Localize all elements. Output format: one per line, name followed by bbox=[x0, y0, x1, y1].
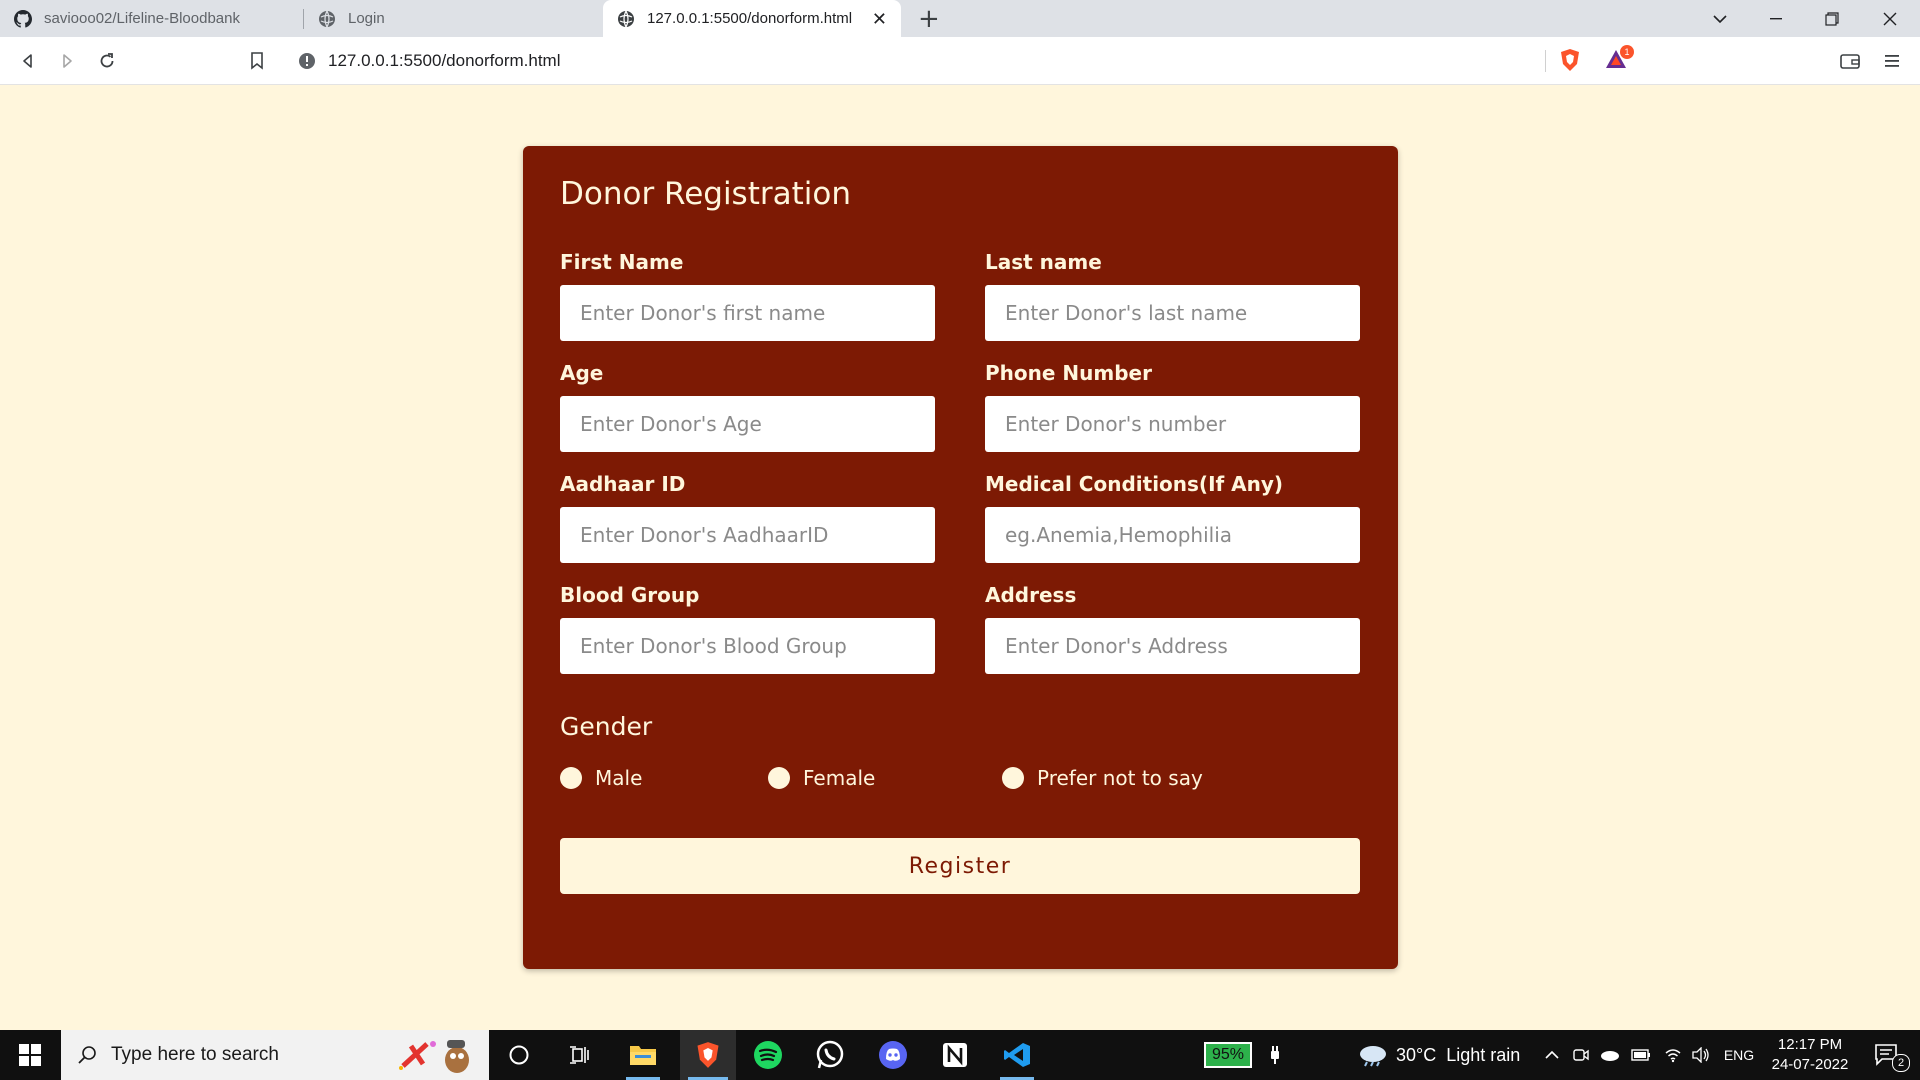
phone-number-input[interactable] bbox=[985, 396, 1360, 452]
blood-group-input[interactable] bbox=[560, 618, 935, 674]
close-window-icon[interactable] bbox=[1862, 0, 1918, 37]
browser-toolbar: 127.0.0.1:5500/donorform.html 1 bbox=[0, 37, 1920, 85]
age-label: Age bbox=[560, 361, 604, 385]
aadhaar-id-input[interactable] bbox=[560, 507, 935, 563]
volume-icon[interactable] bbox=[1688, 1030, 1714, 1080]
female-label: Female bbox=[803, 766, 876, 790]
vscode-icon[interactable] bbox=[992, 1030, 1042, 1080]
forward-icon[interactable] bbox=[55, 49, 79, 73]
gender-option-male[interactable]: Male bbox=[560, 766, 642, 790]
medical-conditions-label: Medical Conditions(If Any) bbox=[985, 472, 1284, 496]
back-icon[interactable] bbox=[16, 49, 40, 73]
browser-tab-bar: saviooo02/Lifeline-Bloodbank Login 127.0… bbox=[0, 0, 1920, 37]
restore-icon[interactable] bbox=[1804, 0, 1860, 37]
age-input[interactable] bbox=[560, 396, 935, 452]
cloud-rain-icon bbox=[1358, 1043, 1388, 1067]
file-explorer-icon[interactable] bbox=[618, 1030, 668, 1080]
cortana-icon[interactable] bbox=[494, 1030, 544, 1080]
form-title: Donor Registration bbox=[560, 176, 851, 212]
search-highlight-icon bbox=[397, 1038, 481, 1078]
clock-date: 24-07-2022 bbox=[1771, 1056, 1849, 1073]
first-name-label: First Name bbox=[560, 250, 684, 274]
address-input[interactable] bbox=[985, 618, 1360, 674]
gender-option-prefer-not[interactable]: Prefer not to say bbox=[1002, 766, 1203, 790]
last-name-input[interactable] bbox=[985, 285, 1360, 341]
gender-option-female[interactable]: Female bbox=[768, 766, 875, 790]
tab-title: Login bbox=[348, 10, 385, 27]
last-name-label: Last name bbox=[985, 250, 1102, 274]
whatsapp-icon[interactable] bbox=[805, 1030, 855, 1080]
tab-search-chevron-icon[interactable] bbox=[1692, 0, 1748, 37]
plug-icon bbox=[1262, 1030, 1288, 1080]
wallet-icon[interactable] bbox=[1838, 49, 1862, 73]
brave-rewards-icon[interactable]: 1 bbox=[1600, 45, 1634, 71]
globe-icon bbox=[318, 10, 336, 28]
globe-icon bbox=[617, 10, 635, 28]
blood-group-label: Blood Group bbox=[560, 583, 700, 607]
search-placeholder: Type here to search bbox=[111, 1044, 279, 1065]
show-hidden-icons-chevron-icon[interactable] bbox=[1540, 1030, 1564, 1080]
tab-donorform[interactable]: 127.0.0.1:5500/donorform.html ✕ bbox=[603, 0, 901, 37]
clock-time: 12:17 PM bbox=[1777, 1036, 1843, 1053]
aadhaar-id-label: Aadhaar ID bbox=[560, 472, 686, 496]
language-text: ENG bbox=[1723, 1047, 1755, 1063]
github-icon bbox=[14, 9, 32, 28]
discord-icon[interactable] bbox=[868, 1030, 918, 1080]
site-info-icon[interactable] bbox=[298, 52, 316, 74]
url-text[interactable]: 127.0.0.1:5500/donorform.html bbox=[328, 51, 560, 71]
tab-login[interactable]: Login bbox=[304, 0, 600, 37]
battery-indicator[interactable]: 95% bbox=[1196, 1030, 1260, 1080]
meet-now-icon[interactable] bbox=[1568, 1030, 1594, 1080]
task-view-icon[interactable] bbox=[555, 1030, 605, 1080]
battery-percent: 95% bbox=[1211, 1046, 1245, 1063]
windows-taskbar: Type here to search 95% 30°C Light rain … bbox=[0, 1030, 1920, 1080]
prefer-not-radio[interactable] bbox=[1002, 767, 1024, 789]
gender-title: Gender bbox=[560, 712, 653, 741]
wifi-icon[interactable] bbox=[1660, 1030, 1686, 1080]
battery-icon[interactable] bbox=[1628, 1030, 1654, 1080]
taskbar-search-box[interactable]: Type here to search bbox=[61, 1030, 489, 1080]
weather-widget[interactable]: 30°C Light rain bbox=[1358, 1030, 1528, 1080]
search-icon bbox=[77, 1045, 97, 1065]
male-label: Male bbox=[595, 766, 643, 790]
male-radio[interactable] bbox=[560, 767, 582, 789]
female-radio[interactable] bbox=[768, 767, 790, 789]
windows-start-icon[interactable] bbox=[0, 1030, 60, 1080]
address-bar[interactable]: 127.0.0.1:5500/donorform.html bbox=[284, 44, 1636, 78]
url-divider bbox=[1545, 50, 1546, 72]
notification-center-icon[interactable]: 2 bbox=[1862, 1030, 1912, 1080]
menu-icon[interactable] bbox=[1880, 49, 1904, 73]
reload-icon[interactable] bbox=[95, 49, 119, 73]
tab-github[interactable]: saviooo02/Lifeline-Bloodbank bbox=[0, 0, 300, 37]
tab-title: 127.0.0.1:5500/donorform.html bbox=[647, 10, 853, 27]
address-label: Address bbox=[985, 583, 1077, 607]
input-language[interactable]: ENG bbox=[1719, 1030, 1759, 1080]
minimize-icon[interactable] bbox=[1748, 0, 1804, 37]
brave-browser-taskbar-icon[interactable] bbox=[680, 1030, 736, 1080]
first-name-input[interactable] bbox=[560, 285, 935, 341]
weather-text: 30°C Light rain bbox=[1396, 1044, 1521, 1065]
onedrive-icon[interactable] bbox=[1597, 1030, 1623, 1080]
phone-number-label: Phone Number bbox=[985, 361, 1152, 385]
notion-icon[interactable] bbox=[930, 1030, 980, 1080]
tab-title: saviooo02/Lifeline-Bloodbank bbox=[44, 10, 240, 27]
brave-shield-icon[interactable] bbox=[1558, 48, 1582, 72]
donor-registration-card: Donor Registration First Name Last name … bbox=[523, 146, 1398, 969]
medical-conditions-input[interactable] bbox=[985, 507, 1360, 563]
close-tab-icon[interactable]: ✕ bbox=[872, 9, 887, 30]
clock[interactable]: 12:17 PM 24-07-2022 bbox=[1762, 1030, 1858, 1080]
register-button[interactable]: Register bbox=[560, 838, 1360, 894]
notification-badge: 1 bbox=[1620, 45, 1634, 59]
notification-count: 2 bbox=[1892, 1054, 1910, 1072]
prefer-not-label: Prefer not to say bbox=[1037, 766, 1203, 790]
new-tab-icon[interactable]: + bbox=[918, 4, 940, 34]
bookmark-icon[interactable] bbox=[245, 49, 269, 73]
spotify-icon[interactable] bbox=[743, 1030, 793, 1080]
